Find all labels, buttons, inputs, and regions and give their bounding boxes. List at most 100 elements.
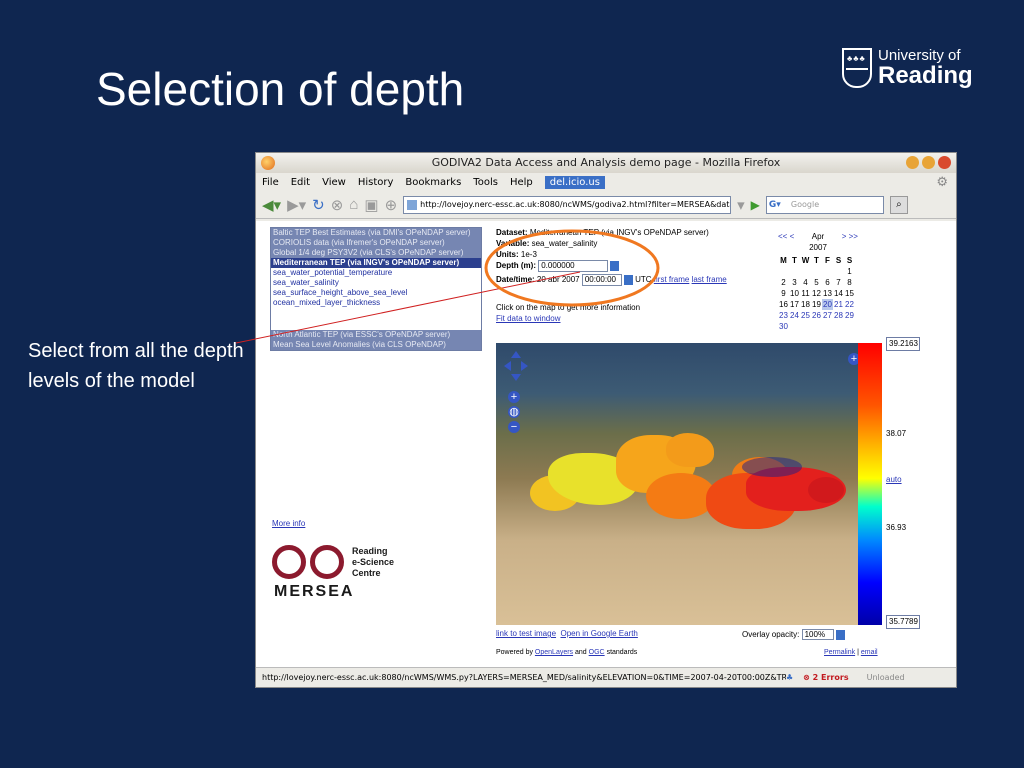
dataset-item[interactable]: North Atlantic TEP (via ESSC's OPeNDAP s… [271, 330, 481, 340]
back-icon[interactable]: ◀▾ [262, 196, 281, 214]
menu-help[interactable]: Help [510, 177, 533, 188]
menu-delicious[interactable]: del.icio.us [544, 175, 605, 189]
tag-icon[interactable]: ⊕ [385, 196, 398, 214]
menu-history[interactable]: History [358, 177, 394, 188]
more-info-link[interactable]: More info [272, 519, 305, 528]
calendar-day[interactable]: 30 [778, 321, 789, 332]
variable-item[interactable]: sea_water_salinity [271, 278, 481, 288]
calendar-day [800, 266, 811, 277]
calendar-day[interactable]: 23 [778, 310, 789, 321]
test-image-link[interactable]: link to test image [496, 629, 556, 638]
dataset-item[interactable]: Global 1/4 deg PSY3V2 (via CLS's OPeNDAP… [271, 248, 481, 258]
menu-view[interactable]: View [322, 177, 346, 188]
home-icon[interactable]: ⌂ [349, 196, 358, 213]
calendar-day [811, 266, 822, 277]
dataset-item[interactable]: Baltic TEP Best Estimates (via DMI's OPe… [271, 228, 481, 238]
time-select[interactable]: 00:00:00 [581, 274, 622, 286]
calendar-day: 17 [790, 300, 799, 309]
calendar-day: 6 [825, 278, 830, 287]
calendar-day: 10 [790, 289, 799, 298]
calendar-day: 3 [792, 278, 797, 287]
globe-icon[interactable]: ◍ [508, 406, 520, 418]
calendar-weekday: S [835, 256, 842, 265]
forward-icon[interactable]: ▶▾ [287, 196, 306, 214]
calendar-prev[interactable]: << < [778, 231, 794, 253]
depth-spinner-icon[interactable] [610, 261, 620, 271]
menu-tools[interactable]: Tools [473, 177, 498, 188]
ogc-link[interactable]: OGC [589, 649, 605, 656]
search-input[interactable]: Google [765, 195, 884, 214]
calendar-weekday: S [846, 256, 853, 265]
gear-icon[interactable]: ⚙ [936, 175, 948, 190]
calendar-day[interactable]: 20 [822, 299, 833, 310]
bookmark-icon[interactable]: ▣ [364, 196, 378, 214]
calendar-day: 11 [801, 289, 810, 298]
calendar-day[interactable]: 22 [844, 299, 855, 310]
extension-icon[interactable]: ♣ [786, 668, 793, 687]
openlayers-link[interactable]: OpenLayers [535, 649, 573, 656]
map-view[interactable]: + ◍ − + [496, 343, 882, 625]
calendar-day: 8 [847, 278, 852, 287]
time-spinner-icon[interactable] [623, 275, 633, 285]
powered-standards: standards [606, 649, 638, 656]
maximize-button[interactable] [922, 156, 935, 169]
scale-auto-link[interactable]: auto [886, 475, 902, 484]
fit-data-link[interactable]: Fit data to window [496, 314, 560, 323]
dataset-item[interactable]: Mean Sea Level Anomalies (via CLS OPeNDA… [271, 340, 481, 350]
close-button[interactable] [938, 156, 951, 169]
calendar-day[interactable]: 26 [811, 310, 822, 321]
calendar-day[interactable]: 28 [833, 310, 844, 321]
calendar-day: 14 [834, 289, 843, 298]
menu-file[interactable]: File [262, 177, 279, 188]
variable-item[interactable]: sea_surface_height_above_sea_level [271, 288, 481, 298]
depth-select[interactable]: 0.000000 [538, 260, 609, 272]
status-url: http://lovejoy.nerc-essc.ac.uk:8080/ncWM… [262, 673, 786, 682]
overlay-opacity-select[interactable]: 100% [801, 629, 834, 640]
shield-icon: ♣♣♣ [842, 48, 872, 88]
url-dropdown-icon[interactable]: ▾ [737, 196, 745, 214]
scale-mid-low: 36.93 [886, 523, 907, 532]
url-input[interactable]: http://lovejoy.nerc-essc.ac.uk:8080/ncWM… [403, 195, 732, 214]
scale-min-input[interactable]: 35.7789 [886, 615, 920, 629]
menu-edit[interactable]: Edit [291, 177, 310, 188]
slide-title: Selection of depth [96, 63, 465, 115]
google-earth-link[interactable]: Open in Google Earth [560, 629, 637, 638]
layer-info: Dataset: Mediterranean TEP (via INGV's O… [496, 227, 756, 324]
email-link[interactable]: email [861, 649, 878, 656]
time-value: 00:00:00 [584, 275, 616, 284]
calendar-day: 15 [845, 289, 854, 298]
dataset-item-selected[interactable]: Mediterranean TEP (via INGV's OPeNDAP se… [271, 258, 481, 268]
last-frame-link[interactable]: last frame [692, 275, 727, 284]
calendar-day[interactable]: 25 [800, 310, 811, 321]
calendar-day[interactable]: 21 [833, 299, 844, 310]
stop-icon[interactable]: ⊗ [331, 196, 344, 214]
slide-caption: Select from all the depth levels of the … [28, 340, 244, 392]
window-title: GODIVA2 Data Access and Analysis demo pa… [431, 156, 781, 169]
calendar-day[interactable]: 29 [844, 310, 855, 321]
scale-max-input[interactable]: 39.2163 [886, 337, 920, 351]
reload-icon[interactable]: ↻ [312, 196, 325, 214]
browser-window: GODIVA2 Data Access and Analysis demo pa… [255, 152, 957, 688]
calendar-day[interactable]: 24 [789, 310, 800, 321]
go-icon[interactable]: ▶ [751, 198, 760, 212]
permalink-link[interactable]: Permalink [824, 649, 855, 656]
pan-control-icon[interactable] [504, 351, 528, 381]
window-titlebar[interactable]: GODIVA2 Data Access and Analysis demo pa… [256, 153, 956, 173]
minimize-button[interactable] [906, 156, 919, 169]
variable-item[interactable]: sea_water_potential_temperature [271, 268, 481, 278]
search-icon[interactable]: ⌕ [889, 195, 908, 214]
error-icon[interactable]: ⊗ 2 Errors [803, 668, 848, 687]
calendar-weekday: T [792, 256, 797, 265]
calendar-next[interactable]: > >> [842, 231, 858, 253]
datetime-label: Date/time: [496, 275, 535, 285]
dataset-item[interactable]: CORIOLIS data (via Ifremer's OPeNDAP ser… [271, 238, 481, 248]
zoom-in-icon[interactable]: + [508, 391, 520, 403]
zoom-out-icon[interactable]: − [508, 421, 520, 433]
menu-bookmarks[interactable]: Bookmarks [405, 177, 461, 188]
calendar-day[interactable]: 27 [822, 310, 833, 321]
first-frame-link[interactable]: first frame [654, 275, 690, 284]
resc-line-3: Centre [352, 567, 381, 578]
overlay-spinner-icon[interactable] [835, 629, 845, 640]
navigation-toolbar: ◀▾ ▶▾ ↻ ⊗ ⌂ ▣ ⊕ http://lovejoy.nerc-essc… [256, 191, 956, 219]
variable-item[interactable]: ocean_mixed_layer_thickness [271, 298, 481, 308]
